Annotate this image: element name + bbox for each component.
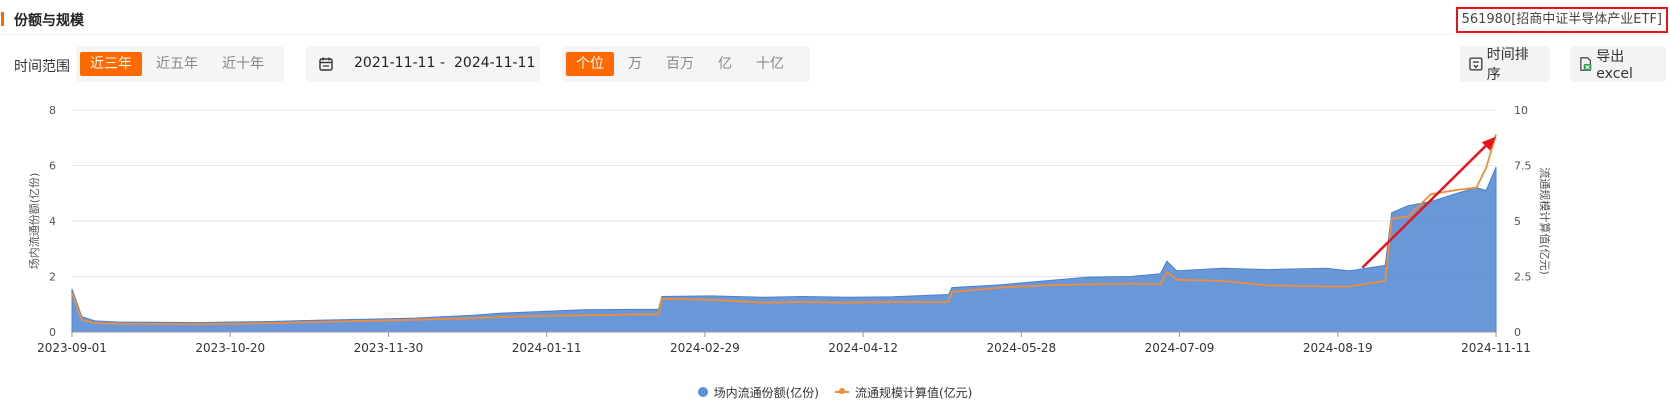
y-left-tick-label: 2 — [49, 271, 56, 284]
x-tick-label: 2024-05-28 — [986, 341, 1056, 355]
legend-item-scale[interactable]: 流通规模计算值(亿元) — [835, 383, 972, 401]
y-right-tick-label: 2.5 — [1514, 271, 1532, 284]
calendar-icon — [319, 57, 333, 71]
time-sort-label: 时间排序 — [1486, 47, 1529, 83]
unit-option-billion[interactable]: 十亿 — [746, 52, 794, 76]
panel-header: 份额与规模 561980[招商中证半导体产业ETF] — [0, 4, 1670, 35]
legend-swatch-share — [697, 387, 708, 397]
sort-icon — [1469, 57, 1483, 71]
y-left-axis-title: 场内流通份额(亿份) — [27, 173, 41, 270]
y-left-tick-label: 0 — [49, 326, 56, 339]
export-excel-label: 导出excel — [1596, 49, 1633, 82]
export-excel-button[interactable]: 导出excel — [1570, 46, 1666, 82]
share-scale-chart: 0 2 4 6 8 0 2.5 5 7.5 10 场内流通份额(亿份) 流通规模计算值(亿元) 2023… — [27, 104, 1552, 355]
time-sort-button[interactable]: 时间排序 — [1460, 46, 1550, 83]
legend-label-scale: 流通规模计算值(亿元) — [855, 385, 973, 400]
x-tick-label: 2024-08-19 — [1303, 341, 1373, 355]
unit-option-million[interactable]: 百万 — [656, 52, 704, 76]
y-left-tick-label: 4 — [49, 215, 56, 228]
x-tick-label: 2024-07-09 — [1145, 341, 1215, 355]
y-right-axis-title: 流通规模计算值(亿元) — [1538, 167, 1552, 275]
range-option-10y[interactable]: 近十年 — [212, 52, 274, 76]
unit-option-wan[interactable]: 万 — [618, 52, 652, 76]
y-right-tick-label: 0 — [1514, 326, 1521, 339]
range-option-5y[interactable]: 近五年 — [146, 52, 208, 76]
date-end[interactable]: 2024-11-11 — [454, 55, 535, 71]
y-right-tick-label: 7.5 — [1514, 160, 1532, 173]
y-left-tick-label: 8 — [49, 104, 56, 117]
series-area-share — [71, 166, 1497, 333]
x-tick-label: 2024-01-11 — [512, 341, 582, 355]
y-right-tick-label: 5 — [1514, 215, 1521, 228]
x-tick-label: 2024-04-12 — [828, 341, 898, 355]
fund-name-label: 561980[招商中证半导体产业ETF] — [1455, 7, 1668, 33]
unit-option-ones[interactable]: 个位 — [566, 52, 614, 76]
legend-swatch-scale — [835, 388, 849, 394]
legend-label-share: 场内流通份额(亿份) — [713, 385, 819, 400]
chart-legend: 场内流通份额(亿份) 流通规模计算值(亿元) — [0, 383, 1670, 401]
x-tick-label: 2024-02-29 — [670, 341, 740, 355]
unit-selector: 个位 万 百万 亿 十亿 — [562, 46, 810, 82]
unit-option-yi[interactable]: 亿 — [708, 52, 742, 76]
date-range-picker[interactable]: 2021-11-11 - 2024-11-11 — [306, 46, 540, 82]
y-right-tick-label: 10 — [1514, 104, 1528, 117]
excel-icon — [1580, 57, 1592, 71]
panel-title: 份额与规模 — [14, 13, 84, 29]
legend-item-share[interactable]: 场内流通份额(亿份) — [697, 383, 819, 401]
x-tick-label: 2023-11-30 — [354, 341, 424, 355]
range-label: 时间范围 — [14, 59, 70, 75]
x-tick-label: 2023-10-20 — [195, 341, 265, 355]
x-tick-label: 2024-11-11 — [1461, 341, 1531, 355]
range-option-3y[interactable]: 近三年 — [80, 52, 142, 76]
date-separator: - — [440, 55, 446, 71]
range-selector: 近三年 近五年 近十年 — [76, 46, 284, 82]
y-left-tick-label: 6 — [49, 160, 56, 173]
toolbar: 时间范围 近三年 近五年 近十年 2021-11-11 - 2024-11-11… — [0, 46, 1670, 83]
x-tick-label: 2023-09-01 — [37, 341, 107, 355]
title-accent-bar — [1, 12, 4, 26]
date-start[interactable]: 2021-11-11 — [354, 55, 435, 71]
